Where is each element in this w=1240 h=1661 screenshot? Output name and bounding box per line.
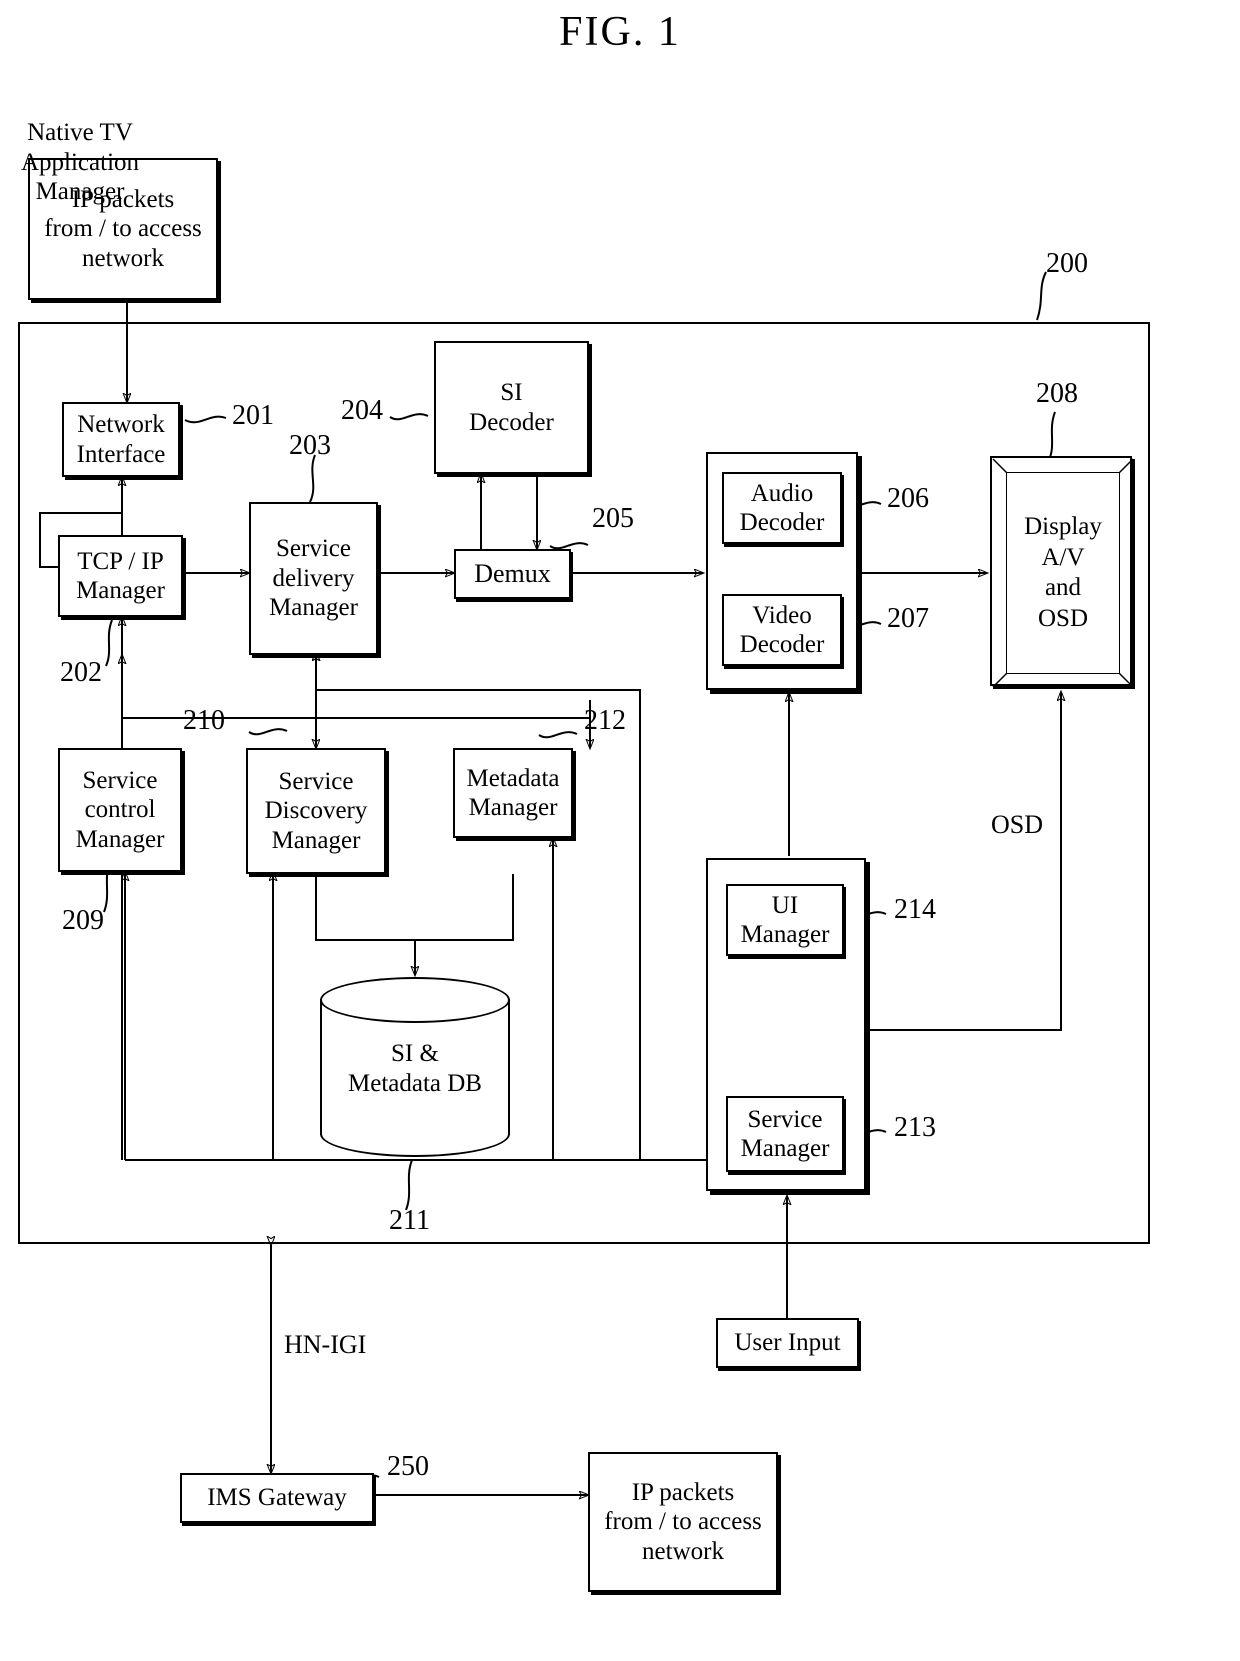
box-ui-manager: UI Manager — [726, 884, 844, 956]
ref-200: 200 — [1046, 248, 1088, 279]
box-ims-gateway: IMS Gateway — [180, 1473, 374, 1523]
ref-214: 214 — [894, 894, 936, 925]
label-osd: OSD — [991, 810, 1044, 839]
display-screen-label: Display A/V and OSD — [1006, 472, 1120, 674]
ref-212: 212 — [584, 705, 626, 736]
ref-250: 250 — [387, 1451, 429, 1482]
box-service-delivery-manager: Service delivery Manager — [249, 502, 378, 655]
box-user-input: User Input — [716, 1318, 859, 1368]
ref-203: 203 — [289, 430, 331, 461]
ref-206: 206 — [887, 483, 929, 514]
ref-201: 201 — [232, 400, 274, 431]
ref-213: 213 — [894, 1112, 936, 1143]
ref-211: 211 — [389, 1205, 430, 1236]
box-demux: Demux — [454, 549, 571, 599]
box-tcp-ip-manager: TCP / IP Manager — [58, 535, 183, 617]
box-ip-packets-bottom: IP packets from / to access network — [588, 1452, 778, 1592]
box-service-manager: Service Manager — [726, 1096, 844, 1172]
figure-title: FIG. 1 — [559, 9, 681, 55]
box-display-av-osd: Display A/V and OSD — [990, 456, 1134, 688]
box-si-metadata-db: SI & Metadata DB — [320, 977, 510, 1157]
label-hn-igi: HN-IGI — [284, 1330, 367, 1359]
cylinder-top — [320, 977, 510, 1023]
ref-202: 202 — [60, 657, 102, 688]
ref-210: 210 — [183, 705, 225, 736]
patent-figure-page: FIG. 1 IP packets from / to access netwo… — [0, 0, 1240, 1661]
box-metadata-manager: Metadata Manager — [453, 748, 573, 838]
native-tv-application-manager-label: Native TV Application Manager — [20, 119, 140, 205]
box-service-control-manager: Service control Manager — [58, 748, 182, 872]
box-audio-decoder: Audio Decoder — [722, 472, 842, 544]
ref-207: 207 — [887, 603, 929, 634]
box-video-decoder: Video Decoder — [722, 594, 842, 666]
ref-204: 204 — [341, 395, 383, 426]
ref-205: 205 — [592, 503, 634, 534]
ref-208: 208 — [1036, 378, 1078, 409]
box-network-interface: Network Interface — [62, 402, 180, 477]
box-service-discovery-manager: Service Discovery Manager — [246, 748, 386, 874]
si-metadata-db-label: SI & Metadata DB — [348, 1040, 482, 1097]
ref-209: 209 — [62, 905, 104, 936]
box-si-decoder: SI Decoder — [434, 341, 589, 474]
